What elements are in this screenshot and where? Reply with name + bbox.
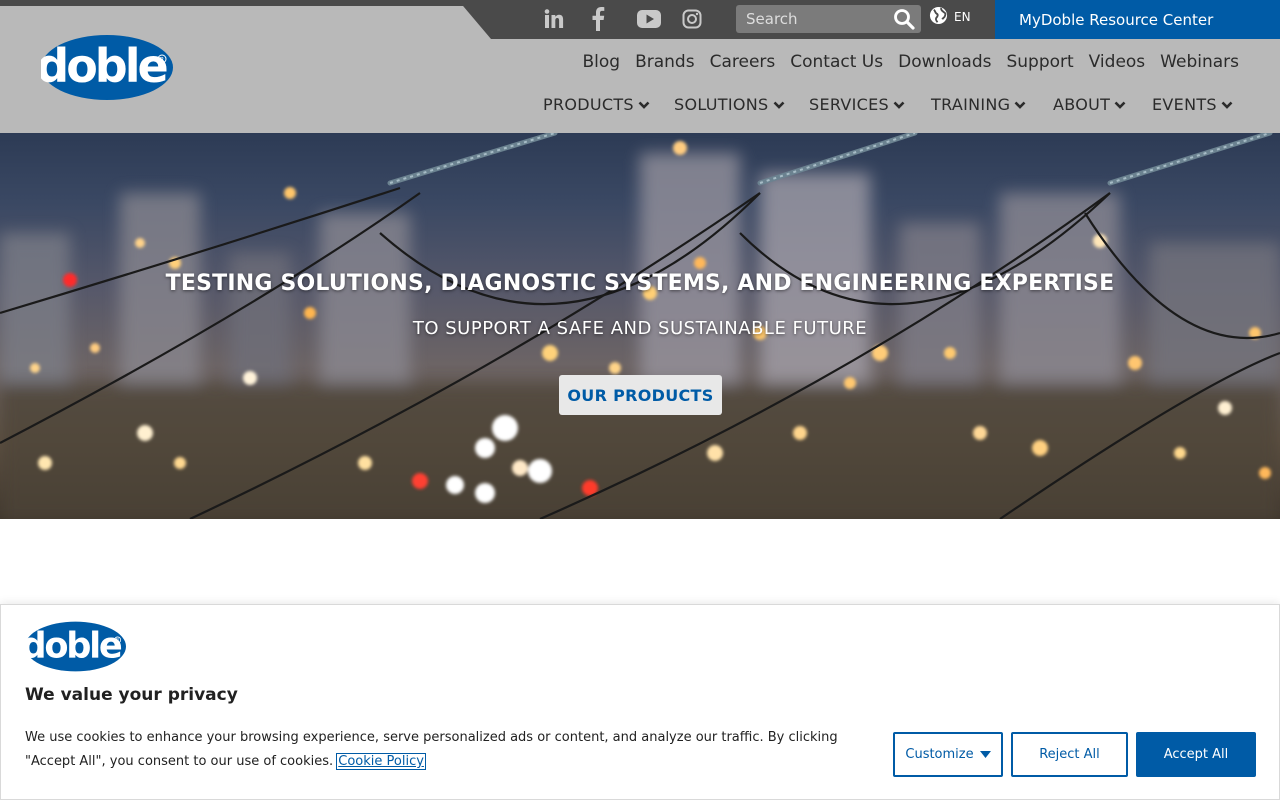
- search-input[interactable]: [736, 5, 886, 33]
- nav-menu-services[interactable]: SERVICES: [809, 95, 905, 114]
- chevron-down-icon: [1014, 100, 1026, 110]
- nav-link-careers[interactable]: Careers: [710, 52, 776, 72]
- cookie-consent-banner: doble R We value your privacy We use coo…: [0, 604, 1280, 800]
- nav-menu-training[interactable]: TRAINING: [931, 95, 1026, 114]
- reject-all-button[interactable]: Reject All: [1011, 732, 1128, 777]
- chevron-down-icon: [638, 100, 650, 110]
- cookie-text: We use cookies to enhance your browsing …: [25, 730, 838, 769]
- nav-menu-label: SOLUTIONS: [674, 95, 769, 114]
- facebook-icon[interactable]: [588, 6, 608, 32]
- resource-center-button[interactable]: MyDoble Resource Center: [995, 0, 1280, 39]
- doble-logo[interactable]: doble R: [36, 35, 173, 100]
- nav-link-contact-us[interactable]: Contact Us: [790, 52, 883, 72]
- nav-menu-label: ABOUT: [1053, 95, 1111, 114]
- main-nav: PRODUCTS SOLUTIONS SERVICES TRAINING ABO…: [543, 95, 1233, 117]
- nav-menu-label: SERVICES: [809, 95, 890, 114]
- customize-label: Customize: [905, 747, 974, 762]
- youtube-icon[interactable]: [636, 6, 662, 32]
- hero-subtitle: TO SUPPORT A SAFE AND SUSTAINABLE FUTURE: [412, 318, 868, 339]
- nav-link-support[interactable]: Support: [1006, 52, 1073, 72]
- cookie-title: We value your privacy: [25, 685, 238, 705]
- utility-nav: Blog Brands Careers Contact Us Downloads…: [583, 52, 1240, 72]
- nav-menu-products[interactable]: PRODUCTS: [543, 95, 650, 114]
- chevron-down-icon: [1114, 100, 1126, 110]
- nav-menu-about[interactable]: ABOUT: [1053, 95, 1126, 114]
- nav-menu-label: TRAINING: [931, 95, 1011, 114]
- svg-text:doble: doble: [41, 39, 167, 93]
- svg-text:doble: doble: [25, 626, 122, 667]
- chevron-down-icon: [1221, 100, 1233, 110]
- customize-button[interactable]: Customize: [893, 732, 1003, 777]
- hero-banner: TESTING SOLUTIONS, DIAGNOSTIC SYSTEMS, A…: [0, 133, 1280, 519]
- site-header: EN MyDoble Resource Center doble R Blog …: [0, 0, 1280, 133]
- doble-logo-small: doble R: [21, 621, 126, 672]
- chevron-down-icon: [893, 100, 905, 110]
- language-selector[interactable]: EN: [929, 6, 971, 29]
- globe-icon: [929, 6, 948, 29]
- language-code: EN: [954, 10, 971, 24]
- accept-all-button[interactable]: Accept All: [1136, 732, 1256, 777]
- nav-link-blog[interactable]: Blog: [583, 52, 621, 72]
- cookie-description: We use cookies to enhance your browsing …: [25, 726, 855, 774]
- nav-link-videos[interactable]: Videos: [1089, 52, 1146, 72]
- caret-down-icon: [979, 747, 991, 762]
- nav-menu-events[interactable]: EVENTS: [1152, 95, 1233, 114]
- nav-link-brands[interactable]: Brands: [635, 52, 695, 72]
- cookie-policy-link[interactable]: Cookie Policy: [336, 753, 426, 770]
- nav-menu-label: EVENTS: [1152, 95, 1217, 114]
- nav-menu-solutions[interactable]: SOLUTIONS: [674, 95, 785, 114]
- nav-link-webinars[interactable]: Webinars: [1160, 52, 1239, 72]
- search-box: [736, 5, 921, 33]
- search-icon[interactable]: [893, 8, 915, 30]
- instagram-icon[interactable]: [681, 6, 703, 32]
- hero-title: TESTING SOLUTIONS, DIAGNOSTIC SYSTEMS, A…: [165, 271, 1115, 296]
- linkedin-icon[interactable]: [542, 6, 566, 32]
- svg-text:R: R: [160, 56, 164, 63]
- nav-menu-label: PRODUCTS: [543, 95, 634, 114]
- nav-link-downloads[interactable]: Downloads: [898, 52, 991, 72]
- chevron-down-icon: [773, 100, 785, 110]
- our-products-button[interactable]: OUR PRODUCTS: [559, 375, 722, 415]
